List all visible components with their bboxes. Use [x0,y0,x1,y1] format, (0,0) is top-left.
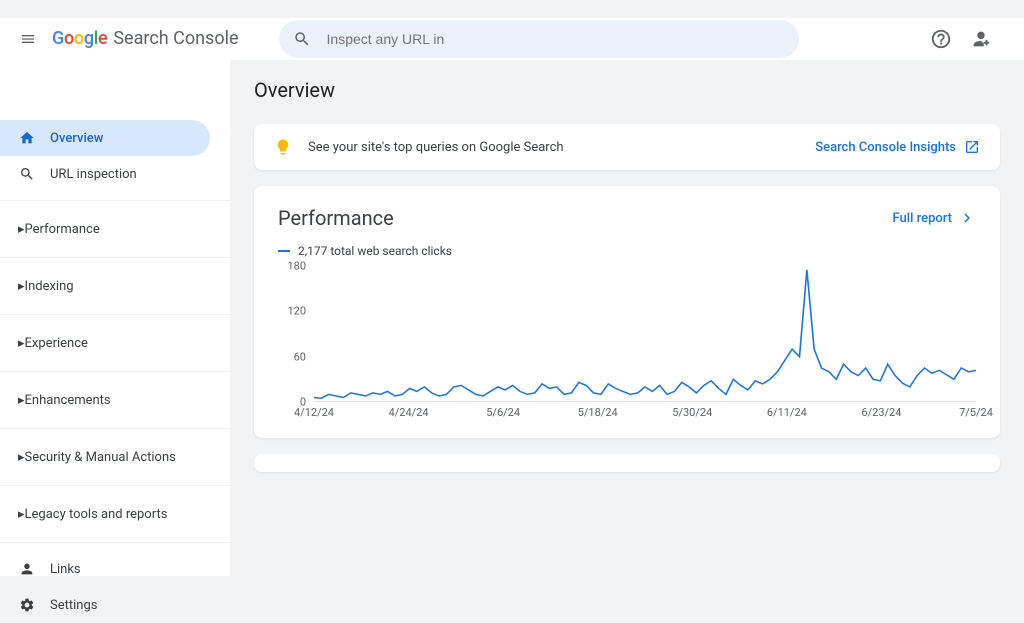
sidebar-item-label: URL inspection [50,167,137,182]
page-title: Overview [254,78,1000,102]
y-tick: 180 [287,260,306,273]
sidebar-item-links[interactable]: Links [0,551,210,587]
search-icon [293,30,311,48]
x-tick: 5/18/24 [578,406,618,419]
sidebar-item-url-inspection[interactable]: URL inspection [0,156,210,192]
topbar: Google Search Console [0,18,1024,60]
x-tick: 5/30/24 [672,406,712,419]
sidebar: Overview URL inspection ▸Performance ▸In… [0,60,230,576]
full-report-label: Full report [893,211,952,226]
chart-legend: 2,177 total web search clicks [278,244,976,258]
legend-swatch [278,250,290,252]
open-in-new-icon [964,139,980,155]
sidebar-item-overview[interactable]: Overview [0,120,210,156]
google-logo-text: Google [52,28,107,49]
x-tick: 7/5/24 [959,406,993,419]
y-axis: 060120180 [282,266,310,402]
y-tick: 60 [294,350,306,363]
performance-card: Performance Full report 2,177 total web … [254,186,1000,438]
x-tick: 4/24/24 [389,406,429,419]
insights-text: See your site's top queries on Google Se… [308,140,815,155]
top-icons [930,28,992,50]
search-container [279,20,930,58]
menu-icon[interactable] [16,27,40,51]
sidebar-item-label: Settings [50,598,97,613]
sidebar-group-label: Performance [25,222,100,237]
insights-link[interactable]: Search Console Insights [815,139,980,155]
help-icon[interactable] [930,28,952,50]
gear-icon [18,596,36,614]
sidebar-group-enhancements[interactable]: ▸Enhancements [0,380,230,420]
x-axis: 4/12/244/24/245/6/245/18/245/30/246/11/2… [314,406,976,426]
sidebar-item-label: Links [50,562,81,577]
y-tick: 120 [287,305,306,318]
main: Overview See your site's top queries on … [230,60,1024,576]
url-inspect-input[interactable] [327,31,785,47]
sidebar-group-legacy[interactable]: ▸Legacy tools and reports [0,494,230,534]
insights-card: See your site's top queries on Google Se… [254,124,1000,170]
sidebar-group-label: Indexing [25,279,74,294]
x-tick: 6/11/24 [767,406,807,419]
sidebar-group-experience[interactable]: ▸Experience [0,323,230,363]
sidebar-group-label: Legacy tools and reports [25,507,168,522]
chart-plot [314,266,976,402]
sidebar-item-settings[interactable]: Settings [0,587,210,623]
search-icon [18,165,36,183]
sidebar-group-indexing[interactable]: ▸Indexing [0,266,230,306]
performance-header: Performance Full report [278,206,976,230]
full-report-link[interactable]: Full report [893,209,976,227]
sidebar-group-performance[interactable]: ▸Performance [0,209,230,249]
lightbulb-icon [274,138,292,156]
x-tick: 4/12/24 [294,406,334,419]
search-pill[interactable] [279,20,799,58]
performance-title: Performance [278,206,394,230]
legend-label: 2,177 total web search clicks [298,244,452,258]
people-icon[interactable] [970,28,992,50]
x-tick: 6/23/24 [861,406,901,419]
sidebar-group-security[interactable]: ▸Security & Manual Actions [0,437,230,477]
home-icon [18,129,36,147]
next-card-peek [254,454,1000,472]
chevron-right-icon [958,209,976,227]
sidebar-item-label: Overview [50,131,103,146]
chart-area: 060120180 4/12/244/24/245/6/245/18/245/3… [282,266,976,426]
body: Overview URL inspection ▸Performance ▸In… [0,60,1024,576]
sidebar-group-label: Enhancements [25,393,111,408]
product-name: Search Console [113,28,238,49]
logo[interactable]: Google Search Console [52,28,239,49]
sidebar-group-label: Experience [25,336,88,351]
sidebar-group-label: Security & Manual Actions [25,450,176,465]
insights-link-label: Search Console Insights [815,140,956,155]
x-tick: 5/6/24 [486,406,520,419]
links-icon [18,560,36,578]
